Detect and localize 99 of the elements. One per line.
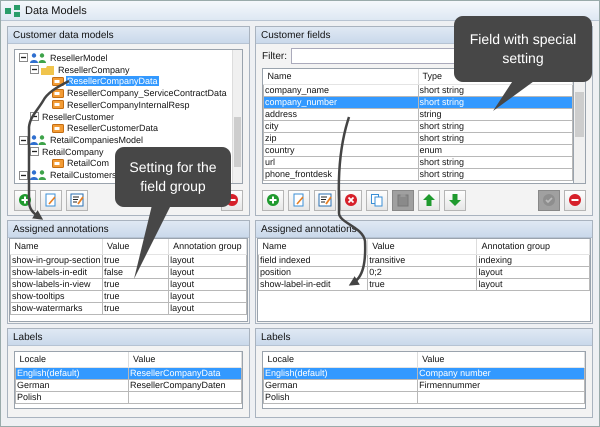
tree-item[interactable]: ResellerCustomer — [41, 112, 116, 122]
table-cell: show-labels-in-edit — [10, 266, 103, 278]
table-cell: layout — [476, 266, 590, 278]
table-cell: Company number — [418, 367, 584, 379]
tree-item[interactable]: ResellerCompany — [57, 64, 131, 75]
column-header[interactable]: Value — [128, 352, 242, 367]
tree-item[interactable]: RetailCustomers — [49, 170, 118, 180]
table-cell: company_name — [264, 84, 418, 96]
edit-list-icon — [70, 193, 84, 207]
column-header[interactable]: Name — [10, 239, 103, 254]
table-cell: 0;2 — [368, 266, 477, 278]
table-cell: transitive — [368, 254, 477, 266]
tree-item[interactable]: RetailCompany — [41, 146, 105, 157]
table-cell: show-labels-in-view — [10, 278, 103, 290]
folder-icon — [41, 64, 55, 75]
tree-item[interactable]: ResellerModel — [49, 52, 109, 63]
table-cell: phone_frontdesk — [264, 168, 418, 180]
toolbar-button[interactable] — [314, 190, 336, 210]
table-cell: url — [264, 156, 418, 168]
people-icon — [30, 170, 47, 180]
table-cell: zip — [264, 132, 418, 144]
collapse-icon[interactable] — [19, 53, 28, 62]
record-icon — [52, 88, 64, 98]
table-cell: true — [368, 278, 477, 290]
column-header[interactable]: Value — [368, 239, 477, 254]
panel-title: Customer data models — [8, 27, 249, 44]
table-cell: show-tooltips — [10, 290, 103, 302]
table-cell: English(default) — [16, 367, 128, 379]
table-cell: short string — [418, 132, 572, 144]
table-cell: string — [418, 108, 572, 120]
tree-item[interactable]: RetailCom — [66, 158, 110, 168]
edit-list-icon — [318, 193, 332, 207]
table-cell: layout — [168, 278, 246, 290]
table-cell: true — [102, 302, 169, 314]
column-header[interactable]: Locale — [16, 352, 128, 367]
tree-item[interactable]: RetailCompaniesModel — [49, 135, 144, 145]
record-icon — [52, 158, 64, 168]
record-icon — [52, 76, 64, 86]
table-cell: German — [16, 379, 128, 391]
table-cell: company_number — [264, 96, 418, 108]
panel-title: Labels — [8, 329, 249, 346]
down-arrow-icon — [448, 193, 462, 207]
table-cell: English(default) — [264, 367, 418, 379]
column-header[interactable]: Locale — [264, 352, 418, 367]
record-icon — [52, 100, 64, 110]
app-icon — [5, 4, 21, 16]
pencil-page-icon — [292, 193, 306, 207]
table-cell: layout — [168, 290, 246, 302]
collapse-icon[interactable] — [30, 65, 39, 74]
panel-title: Assigned annotations — [8, 221, 249, 238]
table-cell: Polish — [264, 391, 418, 403]
filter-label: Filter: — [262, 50, 287, 62]
table-cell: ResellerCompanyData — [128, 367, 242, 379]
collapse-icon[interactable] — [19, 170, 28, 180]
add-icon — [266, 193, 280, 207]
panel-title: Assigned annotations — [256, 221, 592, 238]
check-icon — [542, 193, 556, 207]
up-arrow-icon — [422, 193, 436, 207]
record-icon — [52, 124, 64, 133]
column-header[interactable]: Name — [264, 69, 418, 84]
remove-icon — [568, 193, 582, 207]
column-header[interactable]: Value — [418, 352, 584, 367]
table-cell: true — [102, 290, 169, 302]
table-cell: short string — [418, 168, 572, 180]
tree-item[interactable]: ResellerCustomerData — [66, 123, 160, 134]
window-title: Data Models — [25, 4, 87, 16]
table-cell: country — [264, 144, 418, 156]
table-cell: city — [264, 120, 418, 132]
tree-item[interactable]: ResellerCompanyInternalResp — [66, 100, 191, 110]
table-cell: layout — [168, 302, 246, 314]
table-cell: German — [264, 379, 418, 391]
tree-item[interactable]: ResellerCompany_ServiceContractData — [66, 88, 228, 98]
table-cell: short string — [418, 120, 572, 132]
table-cell: show-watermarks — [10, 302, 103, 314]
table-cell: true — [102, 278, 169, 290]
table-cell: ResellerCompanyDaten — [128, 379, 242, 391]
delete-icon — [344, 193, 358, 207]
panel-title: Labels — [256, 329, 592, 346]
copy-icon — [370, 193, 384, 207]
pencil-page-icon — [44, 193, 58, 207]
column-header[interactable]: Name — [258, 239, 368, 254]
people-icon — [30, 135, 47, 145]
add-icon — [18, 193, 32, 207]
table-cell: Polish — [16, 391, 128, 403]
toolbar-button[interactable] — [66, 190, 88, 210]
table-cell: Firmennummer — [418, 379, 584, 391]
table-cell: show-in-group-section — [10, 254, 103, 266]
people-icon — [30, 52, 47, 63]
column-header[interactable]: Annotation group — [168, 239, 246, 254]
table-cell: layout — [168, 254, 246, 266]
column-header[interactable]: Annotation group — [476, 239, 590, 254]
clipboard-icon — [396, 193, 410, 207]
table-cell: layout — [168, 266, 246, 278]
collapse-icon[interactable] — [19, 136, 28, 144]
table-cell: indexing — [476, 254, 590, 266]
table-cell: address — [264, 108, 418, 120]
table-cell: layout — [476, 278, 590, 290]
table-cell: short string — [418, 156, 572, 168]
table-cell: enum — [418, 144, 572, 156]
